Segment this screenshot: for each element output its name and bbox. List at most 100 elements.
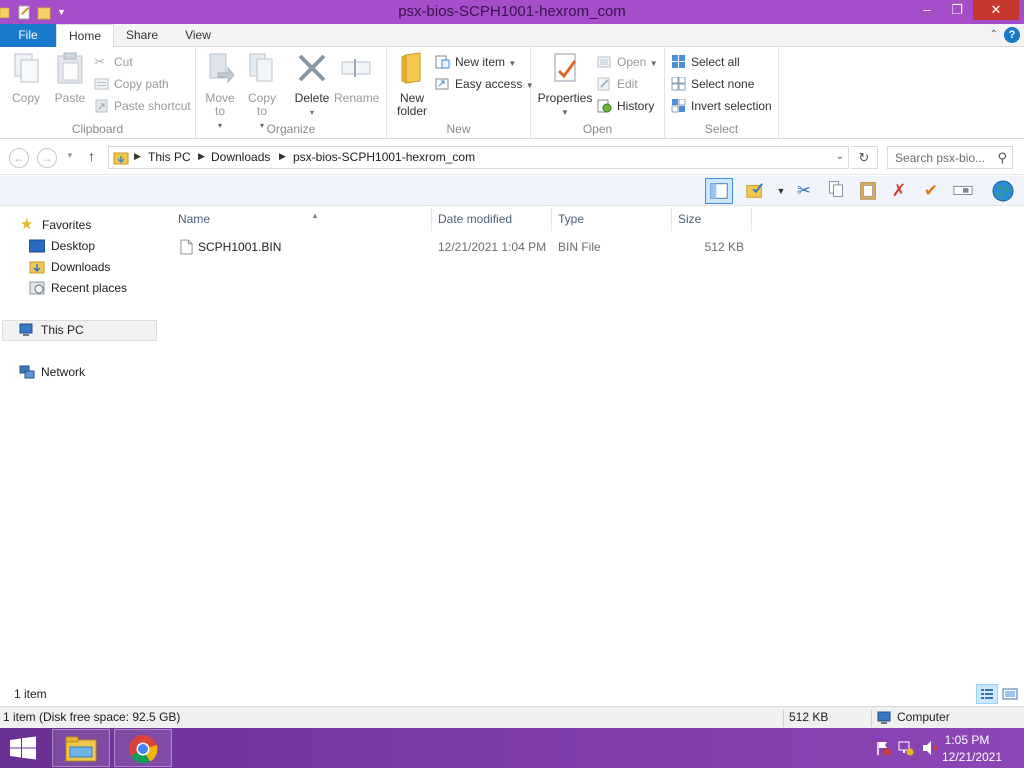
title-bar: ▼ psx-bios-SCPH1001-hexrom_com ‒ ❐ ✕ [0, 0, 1024, 24]
invert-selection-button[interactable]: Invert selection [671, 97, 772, 115]
delete-button[interactable]: Delete ▾ [292, 51, 332, 119]
action-center-flag-icon[interactable] [875, 740, 891, 756]
nav-this-pc-label: This PC [41, 323, 84, 337]
copy-icon[interactable] [825, 180, 847, 202]
nav-desktop-label: Desktop [51, 239, 96, 253]
chrome-icon [129, 735, 158, 764]
close-button[interactable]: ✕ [973, 0, 1019, 20]
rename-icon[interactable] [952, 180, 974, 202]
new-folder-icon [401, 52, 421, 84]
star-icon: ★ [20, 216, 34, 233]
taskbar: 1:05 PM 12/21/2021 [0, 728, 1024, 768]
ribbon-collapse-icon[interactable]: ⌃ [990, 29, 998, 40]
easy-access-button[interactable]: Easy access ▼ [435, 75, 534, 93]
new-folder-button[interactable]: New folder [391, 51, 433, 118]
refresh-button[interactable]: ↻ [851, 146, 878, 169]
new-item-button[interactable]: New item ▼ [435, 53, 516, 71]
large-icons-view-button[interactable] [999, 684, 1021, 704]
copy-path-button[interactable]: Copy path [94, 75, 169, 93]
select-all-button[interactable]: Select all [671, 53, 740, 71]
file-size: 512 KB [704, 240, 744, 254]
paste-icon [57, 52, 83, 84]
address-box[interactable]: ▶ This PC ▶ Downloads ▶ psx-bios-SCPH100… [108, 146, 849, 169]
taskbar-clock-date[interactable]: 12/21/2021 [932, 750, 1012, 764]
breadcrumb-downloads[interactable]: Downloads [211, 150, 270, 164]
taskbar-chrome[interactable] [114, 729, 172, 767]
breadcrumb-current-folder[interactable]: psx-bios-SCPH1001-hexrom_com [293, 150, 475, 164]
address-dropdown-icon[interactable]: ⌄ [836, 151, 844, 162]
details-view-button[interactable] [976, 684, 998, 704]
nav-favorites[interactable]: ★ Favorites [20, 215, 91, 235]
nav-desktop[interactable]: Desktop [29, 236, 95, 256]
desktop-icon [29, 239, 45, 253]
recent-locations-dropdown-icon[interactable]: ▼ [66, 151, 74, 160]
breadcrumb-separator-icon[interactable]: ▶ [279, 151, 286, 162]
nav-downloads[interactable]: Downloads [29, 257, 110, 277]
rename-button[interactable]: Rename [334, 51, 380, 105]
paste-icon[interactable] [857, 180, 879, 202]
tab-home[interactable]: Home [56, 24, 114, 48]
tab-view[interactable]: View [170, 24, 226, 47]
new-item-icon [435, 55, 450, 69]
status-divider [871, 709, 872, 727]
cut-icon[interactable]: ✂ [793, 180, 815, 202]
breadcrumb-this-pc[interactable]: This PC [148, 150, 191, 164]
cut-button[interactable]: ✂ Cut [94, 53, 133, 71]
network-status-icon[interactable] [898, 740, 914, 756]
command-toolbar: ▼ ✂ ✗ ✔ [0, 176, 1024, 206]
tab-share[interactable]: Share [114, 24, 170, 47]
search-box[interactable]: ⚲ [887, 146, 1013, 169]
delete-icon[interactable]: ✗ [888, 180, 910, 202]
back-button[interactable]: ← [9, 148, 29, 168]
start-button[interactable] [8, 736, 38, 760]
taskbar-file-explorer[interactable] [52, 729, 110, 767]
cut-label: Cut [114, 55, 133, 69]
copy-button[interactable]: Copy [6, 51, 46, 105]
tab-file[interactable]: File [0, 24, 56, 47]
taskbar-clock-time[interactable]: 1:05 PM [932, 733, 1002, 747]
move-to-label: Move to [205, 91, 235, 118]
nav-recent-places[interactable]: Recent places [29, 278, 127, 298]
organize-group-label: Organize [266, 122, 316, 136]
help-icon[interactable]: ? [1004, 27, 1020, 43]
minimize-button[interactable]: ‒ [912, 0, 942, 20]
folder-options-dropdown-icon[interactable]: ▼ [770, 180, 792, 202]
clipboard-group-label: Clipboard [71, 122, 124, 136]
copy-to-button[interactable]: Copy to ▾ [244, 51, 280, 132]
history-icon [597, 99, 612, 113]
column-header-type[interactable]: Type [552, 207, 672, 231]
globe-icon[interactable] [992, 180, 1014, 202]
search-icon[interactable]: ⚲ [997, 150, 1007, 166]
breadcrumb-separator-icon[interactable]: ▶ [198, 151, 205, 162]
file-row[interactable]: SCPH1001.BIN 12/21/2021 1:04 PM BIN File… [172, 237, 752, 257]
scissors-icon: ✂ [94, 54, 105, 69]
properties-check-icon[interactable]: ✔ [920, 180, 942, 202]
forward-button[interactable]: → [37, 148, 57, 168]
move-to-button[interactable]: Move to ▾ [202, 51, 238, 132]
new-item-dropdown-icon: ▼ [508, 59, 517, 68]
new-group-label: New [446, 122, 471, 136]
column-header-date-modified[interactable]: Date modified [432, 207, 552, 231]
properties-button[interactable]: Properties ▼ [535, 51, 595, 119]
open-button[interactable]: Open ▼ [597, 53, 658, 71]
preview-pane-icon[interactable] [705, 178, 733, 204]
breadcrumb-separator-icon[interactable]: ▶ [134, 151, 141, 162]
paste-button[interactable]: Paste [50, 51, 90, 105]
paste-shortcut-button[interactable]: Paste shortcut [94, 97, 191, 115]
history-button[interactable]: History [597, 97, 654, 115]
up-button[interactable]: ↑ [88, 148, 95, 164]
file-date-modified: 12/21/2021 1:04 PM [438, 240, 547, 254]
column-header-name[interactable]: Name ▲ [172, 207, 432, 231]
search-input[interactable] [888, 147, 988, 168]
rename-label: Rename [334, 91, 380, 105]
maximize-button[interactable]: ❐ [942, 0, 972, 20]
folder-options-icon[interactable] [744, 180, 766, 202]
nav-this-pc[interactable]: This PC [19, 320, 84, 340]
paste-shortcut-icon [95, 99, 108, 113]
item-count: 1 item [14, 687, 47, 701]
nav-network[interactable]: Network [19, 362, 85, 382]
edit-button[interactable]: Edit [597, 75, 638, 93]
select-none-button[interactable]: Select none [671, 75, 754, 93]
column-header-size[interactable]: Size [672, 207, 752, 231]
new-folder-label: New folder [396, 91, 428, 118]
